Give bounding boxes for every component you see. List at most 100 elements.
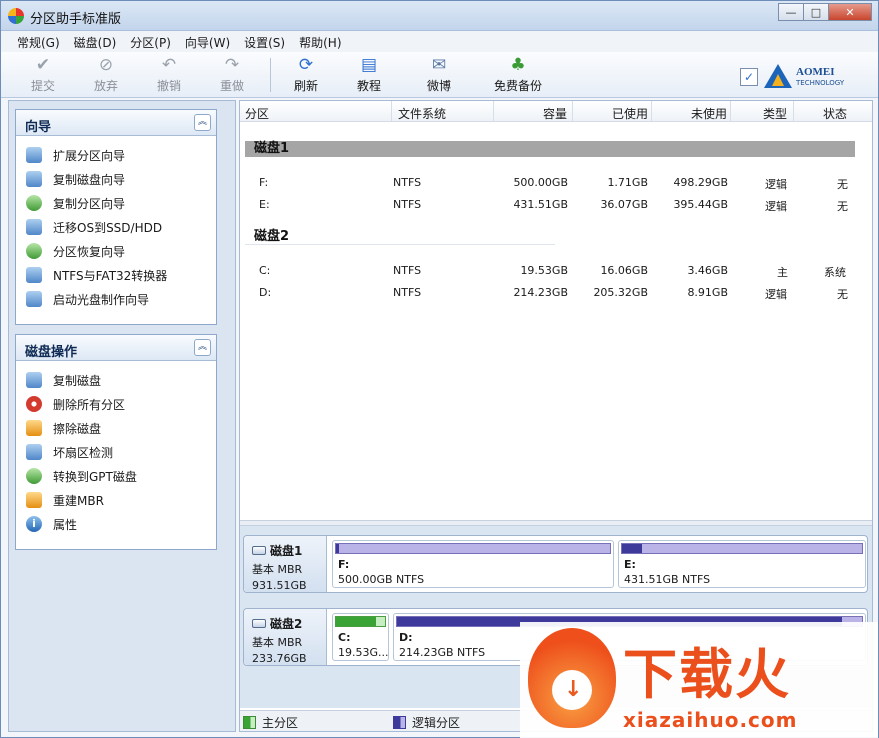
column-divider[interactable]: [493, 101, 494, 121]
cell-filesystem: NTFS: [393, 176, 422, 189]
column-header-filesystem[interactable]: 文件系统: [398, 105, 446, 122]
disk-op-label: 属性: [53, 517, 78, 532]
partition-info: 19.53G...: [338, 646, 389, 659]
wizard-item-bootable-cd[interactable]: 启动光盘制作向导: [26, 289, 149, 309]
disk-op-copy-disk[interactable]: 复制磁盘: [26, 370, 101, 390]
disk-op-label: 删除所有分区: [53, 397, 126, 412]
aomei-brand: ✓ AOMEI TECHNOLOGY: [740, 64, 860, 90]
menu-general[interactable]: 常规(G): [11, 31, 66, 52]
disk-op-label: 转换到GPT磁盘: [53, 469, 137, 484]
menu-wizard[interactable]: 向导(W): [179, 31, 236, 52]
undo-button[interactable]: ↶ 撤销: [141, 55, 197, 94]
aomei-logo-icon: [764, 64, 792, 88]
column-header-partition[interactable]: 分区: [245, 105, 269, 122]
disk1-size: 931.51GB: [252, 579, 307, 592]
partition-block-c[interactable]: C: 19.53G...: [332, 613, 389, 661]
primary-swatch-icon: [243, 716, 256, 729]
maximize-button[interactable]: □: [803, 3, 829, 21]
legend-logical: 逻辑分区: [393, 714, 460, 731]
column-divider[interactable]: [793, 101, 794, 121]
partition-row[interactable]: E: NTFS 431.51GB 36.07GB 395.44GB 逻辑 无: [240, 194, 872, 216]
partition-info: 500.00GB NTFS: [338, 573, 425, 586]
disk2-group-header[interactable]: 磁盘2: [245, 229, 555, 245]
menu-help[interactable]: 帮助(H): [293, 31, 347, 52]
wizard-item-partition-recovery[interactable]: 分区恢复向导: [26, 241, 125, 261]
menu-disk[interactable]: 磁盘(D): [68, 31, 123, 52]
apply-button[interactable]: ✔ 提交: [15, 55, 71, 94]
collapse-chevron-icon[interactable]: ︽: [194, 114, 211, 131]
discard-label: 放弃: [93, 79, 118, 93]
disk-op-rebuild-mbr[interactable]: 重建MBR: [26, 490, 104, 510]
bad-sector-check-icon: [26, 444, 42, 460]
cell-type: 逻辑: [765, 288, 787, 301]
column-header-used[interactable]: 已使用: [612, 105, 648, 122]
collapse-chevron-icon[interactable]: ︽: [194, 339, 211, 356]
wizard-item-extend-partition[interactable]: 扩展分区向导: [26, 145, 125, 165]
discard-button[interactable]: ⊘ 放弃: [78, 55, 134, 94]
undo-label: 撤销: [156, 79, 181, 93]
partition-block-f[interactable]: F: 500.00GB NTFS: [332, 540, 614, 588]
wizard-item-label: 启动光盘制作向导: [53, 292, 150, 307]
partition-block-e[interactable]: E: 431.51GB NTFS: [618, 540, 866, 588]
partition-row[interactable]: F: NTFS 500.00GB 1.71GB 498.29GB 逻辑 无: [240, 172, 872, 194]
disk1-group-header[interactable]: 磁盘1: [245, 141, 855, 157]
partition-label: C:: [338, 631, 351, 644]
copy-disk-icon: [26, 372, 42, 388]
weibo-button[interactable]: ✉ 微博: [411, 55, 467, 94]
wizard-item-copy-partition[interactable]: 复制分区向导: [26, 193, 125, 213]
disk-op-label: 擦除磁盘: [53, 421, 102, 436]
partition-usage-fill: [336, 544, 340, 553]
free-backup-label: 免费备份: [493, 79, 542, 93]
disk1-info[interactable]: 磁盘1 基本 MBR 931.51GB: [244, 536, 327, 592]
disk-op-properties[interactable]: i 属性: [26, 514, 77, 534]
redo-button[interactable]: ↷ 重做: [204, 55, 260, 94]
disk-operations-group: 磁盘操作 ︽ 复制磁盘 删除所有分区 擦除磁盘 坏扇区检测 转换到GPT磁盘 重…: [15, 334, 217, 550]
logical-swatch-icon: [393, 716, 406, 729]
disk-op-convert-gpt[interactable]: 转换到GPT磁盘: [26, 466, 137, 486]
legend-logical-label: 逻辑分区: [412, 716, 461, 730]
column-divider[interactable]: [651, 101, 652, 121]
partition-info: 431.51GB NTFS: [624, 573, 711, 586]
menu-settings[interactable]: 设置(S): [238, 31, 291, 52]
free-backup-button[interactable]: ♣ 免费备份: [483, 55, 553, 94]
menu-partition[interactable]: 分区(P): [124, 31, 177, 52]
cell-type: 主: [777, 266, 788, 279]
partition-row[interactable]: D: NTFS 214.23GB 205.32GB 8.91GB 逻辑 无: [240, 282, 872, 304]
disk-op-wipe-disk[interactable]: 擦除磁盘: [26, 418, 101, 438]
disk-op-bad-sector[interactable]: 坏扇区检测: [26, 442, 113, 462]
checkbox-icon[interactable]: ✓: [740, 68, 758, 86]
disk-operations-header[interactable]: 磁盘操作 ︽: [16, 335, 216, 361]
copy-partition-icon: [26, 195, 42, 211]
refresh-button[interactable]: ⟳ 刷新: [278, 55, 334, 94]
disk-op-label: 复制磁盘: [53, 373, 102, 388]
disk-op-label: 坏扇区检测: [53, 445, 114, 460]
column-divider[interactable]: [730, 101, 731, 121]
disk2-info[interactable]: 磁盘2 基本 MBR 233.76GB: [244, 609, 327, 665]
wizard-item-ntfs-fat32[interactable]: NTFS与FAT32转换器: [26, 265, 167, 285]
hard-disk-icon: [252, 619, 266, 628]
disk1-map[interactable]: 磁盘1 基本 MBR 931.51GB F: 500.00GB NTFS E: …: [243, 535, 868, 593]
column-divider[interactable]: [572, 101, 573, 121]
close-button[interactable]: ✕: [828, 3, 872, 21]
column-divider[interactable]: [391, 101, 392, 121]
partition-row[interactable]: C: NTFS 19.53GB 16.06GB 3.46GB 主 系统: [240, 260, 872, 282]
wizard-item-copy-disk[interactable]: 复制磁盘向导: [26, 169, 125, 189]
column-header-type[interactable]: 类型: [763, 105, 787, 122]
disk-op-delete-all[interactable]: 删除所有分区: [26, 394, 125, 414]
column-header-capacity[interactable]: 容量: [543, 105, 567, 122]
title-bar[interactable]: 分区助手标准版 — □ ✕: [1, 1, 878, 31]
disk-operations-title: 磁盘操作: [25, 345, 78, 360]
column-header-unused[interactable]: 未使用: [691, 105, 727, 122]
wizard-group: 向导 ︽ 扩展分区向导 复制磁盘向导 复制分区向导 迁移OS到SSD/HDD 分…: [15, 109, 217, 325]
cell-unused: 395.44GB: [673, 198, 728, 211]
wizard-item-migrate-os[interactable]: 迁移OS到SSD/HDD: [26, 217, 162, 237]
partition-usage-fill: [622, 544, 643, 553]
partition-label: D:: [399, 631, 413, 644]
column-header-status[interactable]: 状态: [823, 105, 847, 122]
cell-status: 无: [837, 288, 848, 301]
tutorial-button[interactable]: ▤ 教程: [341, 55, 397, 94]
cell-capacity: 431.51GB: [513, 198, 568, 211]
minimize-button[interactable]: —: [778, 3, 804, 21]
wizard-group-header[interactable]: 向导 ︽: [16, 110, 216, 136]
partition-recovery-icon: [26, 243, 42, 259]
